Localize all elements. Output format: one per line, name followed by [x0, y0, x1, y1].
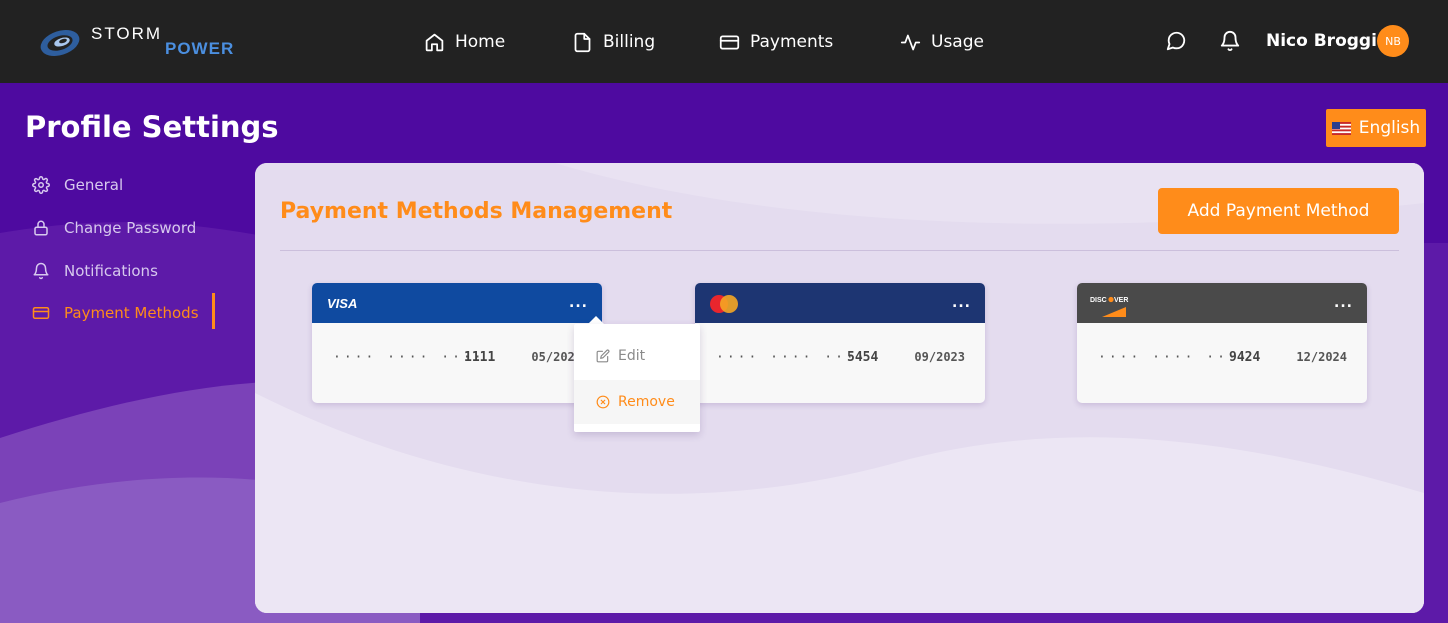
edit-label: Edit — [618, 348, 646, 364]
payment-card-mastercard: ... ···· ···· ···· 5454 09/2023 — [695, 283, 985, 403]
file-icon — [574, 32, 591, 52]
bell-icon — [33, 262, 49, 280]
payment-methods-panel: Payment Methods Management Add Payment M… — [255, 163, 1424, 613]
card-menu-button[interactable]: ... — [569, 295, 588, 311]
logo-word-power: POWER — [165, 39, 235, 58]
card-last-four: 1111 — [464, 350, 496, 365]
language-label: English — [1358, 118, 1421, 138]
add-payment-method-button[interactable]: Add Payment Method — [1158, 188, 1399, 234]
credit-card-icon — [32, 307, 50, 319]
payment-card-visa: VISA ... ···· ···· ···· 1111 05/2022 — [312, 283, 602, 403]
card-last-four: 9424 — [1229, 350, 1261, 365]
nav-payments[interactable]: Payments — [719, 28, 833, 56]
card-expiry: 09/2023 — [914, 350, 965, 364]
us-flag-icon — [1331, 121, 1351, 135]
home-icon — [425, 33, 444, 51]
card-header: ... — [695, 283, 985, 323]
user-name[interactable]: Nico Broggi — [1266, 31, 1377, 51]
sidebar-item-label: Change Password — [64, 219, 197, 237]
nav-usage-label: Usage — [931, 32, 984, 52]
sidebar-item-payment-methods[interactable]: Payment Methods — [32, 302, 199, 324]
sidebar-item-label: Payment Methods — [64, 304, 199, 322]
svg-text:VER: VER — [1114, 297, 1128, 304]
chat-icon[interactable] — [1165, 30, 1187, 52]
logo-word-storm: STORM — [91, 24, 163, 43]
remove-menu-item[interactable]: Remove — [574, 380, 700, 424]
card-header: VISA ... — [312, 283, 602, 323]
card-number-mask: ···· ···· ···· — [1098, 350, 1250, 365]
nav-home-label: Home — [455, 32, 506, 52]
card-number-mask: ···· ···· ···· — [716, 350, 868, 365]
payment-card-discover: DISC VER ... ···· ···· ···· 9424 12/2024 — [1077, 283, 1367, 403]
card-expiry: 12/2024 — [1296, 350, 1347, 364]
sidebar-item-change-password[interactable]: Change Password — [32, 217, 196, 239]
nav-billing-label: Billing — [603, 32, 656, 52]
bell-icon[interactable] — [1219, 30, 1241, 52]
remove-label: Remove — [618, 394, 675, 410]
nav-payments-label: Payments — [750, 32, 834, 52]
gear-icon — [32, 176, 50, 194]
top-navigation-bar: STORM POWER Home Billing Payments Usage … — [0, 0, 1448, 83]
logo-swirl-icon — [40, 30, 80, 56]
card-number-mask: ···· ···· ···· — [333, 350, 485, 365]
visa-logo-icon: VISA — [327, 296, 357, 311]
card-body: ···· ···· ···· 9424 12/2024 — [1077, 323, 1367, 403]
card-last-four: 5454 — [847, 350, 879, 365]
card-body: ···· ···· ···· 1111 05/2022 — [312, 323, 602, 403]
sidebar-item-label: Notifications — [64, 262, 158, 280]
remove-circle-icon — [596, 395, 610, 409]
avatar[interactable]: NB — [1377, 25, 1409, 57]
nav-usage[interactable]: Usage — [900, 28, 984, 56]
sidebar-item-general[interactable]: General — [32, 174, 123, 196]
card-options-dropdown: Edit Remove — [574, 324, 700, 432]
activity-icon — [900, 34, 921, 50]
card-menu-button[interactable]: ... — [952, 295, 971, 311]
language-selector[interactable]: English — [1326, 109, 1426, 147]
card-menu-button[interactable]: ... — [1334, 295, 1353, 311]
mastercard-logo-icon — [710, 295, 738, 313]
credit-card-icon — [719, 35, 740, 49]
sidebar-item-notifications[interactable]: Notifications — [32, 260, 158, 282]
panel-title: Payment Methods Management — [280, 199, 673, 224]
dropdown-caret — [588, 316, 604, 324]
card-header: DISC VER ... — [1077, 283, 1367, 323]
discover-logo-icon: DISC VER — [1090, 296, 1128, 317]
sidebar-active-indicator — [212, 293, 215, 329]
svg-text:DISC: DISC — [1090, 297, 1107, 304]
nav-billing[interactable]: Billing — [572, 28, 655, 56]
page-title: Profile Settings — [25, 110, 279, 144]
storm-power-logo[interactable]: STORM POWER — [38, 24, 248, 60]
svg-text:VISA: VISA — [327, 296, 357, 311]
nav-home[interactable]: Home — [424, 28, 505, 56]
lock-icon — [34, 220, 48, 236]
edit-icon — [596, 349, 610, 363]
sidebar-item-label: General — [64, 176, 124, 194]
card-body: ···· ···· ···· 5454 09/2023 — [695, 323, 985, 403]
panel-divider — [280, 250, 1399, 251]
edit-menu-item[interactable]: Edit — [574, 334, 700, 378]
